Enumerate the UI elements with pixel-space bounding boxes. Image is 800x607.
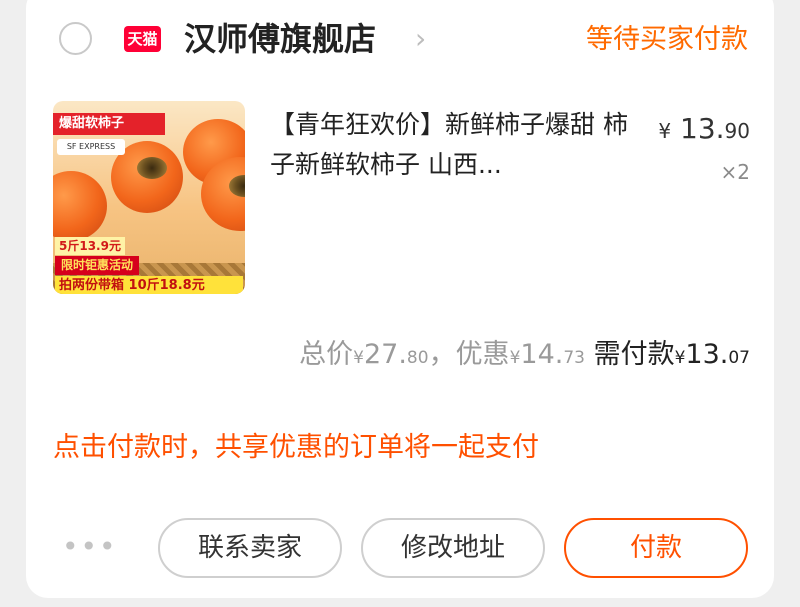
payment-notice: 点击付款时，共享优惠的订单将一起支付 [53,432,539,463]
currency-symbol: ¥ [674,348,686,368]
order-status: 等待买家付款 [586,24,748,55]
thumb-banner: 爆甜软柿子 [53,113,165,135]
order-select-checkbox[interactable] [59,22,92,55]
discount-label: 优惠 [455,339,510,370]
order-card [26,0,774,598]
price-decimal: 90 [724,119,750,143]
product-quantity: ×2 [720,160,750,184]
total-decimal: 80 [406,348,429,368]
product-price: ¥ 13.90 [658,112,750,145]
total-integer: 27. [363,339,407,370]
chevron-right-icon[interactable]: › [415,24,426,54]
sf-express-logo: SF EXPRESS [57,139,125,155]
total-label: 总价 [299,339,354,370]
thumb-promo-price: 5斤13.9元 [55,237,125,255]
persimmon-image [53,171,107,241]
thumb-promo-event: 限时钜惠活动 [55,256,140,275]
store-name[interactable]: 汉师傅旗舰店 [184,18,376,60]
discount-decimal: 73 [563,348,585,368]
change-address-button[interactable]: 修改地址 [361,518,545,578]
due-label: 需付款 [593,339,675,370]
contact-seller-button[interactable]: 联系卖家 [158,518,342,578]
amount-due: 需付款¥13.07 [594,339,750,370]
currency-symbol: ¥ [658,119,672,143]
product-thumbnail[interactable]: 爆甜软柿子 SF EXPRESS 5斤13.9元 限时钜惠活动 拍两份带箱 10… [53,101,245,294]
currency-symbol: ¥ [509,348,521,368]
pay-button[interactable]: 付款 [564,518,748,578]
tmall-logo-icon: 天猫 [124,26,161,52]
due-decimal: 07 [728,348,750,368]
more-options-icon[interactable]: ••• [62,533,118,561]
summary-separator: ， [428,339,456,370]
order-summary: 总价¥27.80，优惠¥14.73 需付款¥13.07 [299,335,750,378]
persimmon-calyx [137,157,167,179]
due-integer: 13. [685,339,729,370]
currency-symbol: ¥ [353,348,364,368]
price-integer: 13. [680,112,725,145]
discount-integer: 14. [520,339,564,370]
thumb-promo-bundle: 拍两份带箱 10斤18.8元 [55,276,243,294]
product-title[interactable]: 【青年狂欢价】新鲜柿子爆甜 柿子新鲜软柿子 山西... [270,105,635,185]
